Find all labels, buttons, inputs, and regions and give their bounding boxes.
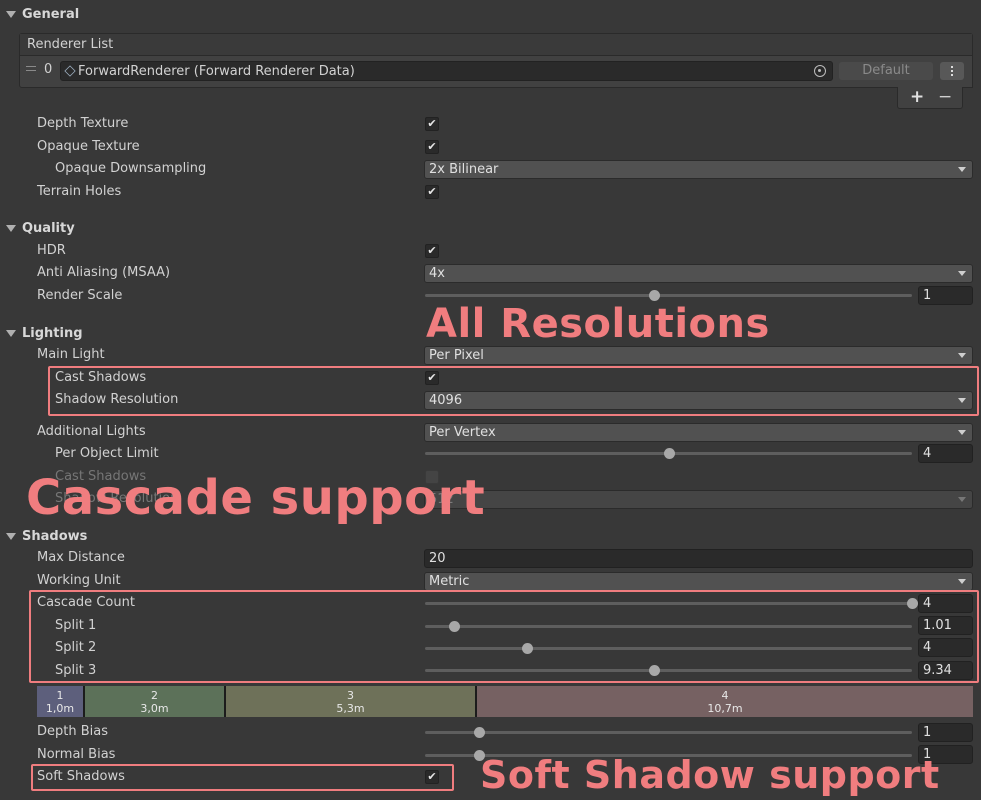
- section-shadows[interactable]: Shadows: [6, 526, 87, 546]
- cascade-segment-3[interactable]: 3 5,3m: [226, 686, 477, 717]
- renderer-list-footer: + −: [897, 87, 963, 109]
- render-scale-slider[interactable]: [425, 290, 912, 301]
- chevron-down-icon: [958, 579, 966, 584]
- cascade-index: 4: [721, 689, 729, 702]
- section-title: Quality: [22, 220, 75, 236]
- renderer-name: ForwardRenderer (Forward Renderer Data): [78, 64, 355, 79]
- chevron-down-icon: [958, 167, 966, 172]
- cascade-distance: 5,3m: [336, 702, 365, 715]
- annotation-cascade-support: Cascade support: [26, 470, 486, 526]
- normal-bias-label: Normal Bias: [37, 747, 116, 762]
- section-quality[interactable]: Quality: [6, 218, 75, 238]
- section-lighting[interactable]: Lighting: [6, 323, 83, 343]
- foldout-arrow-icon[interactable]: [6, 224, 16, 232]
- section-title: Lighting: [22, 325, 83, 341]
- renderer-list: Renderer List 0 ForwardRenderer (Forward…: [19, 33, 973, 88]
- anti-aliasing-label: Anti Aliasing (MSAA): [37, 265, 171, 280]
- opaque-texture-label: Opaque Texture: [37, 139, 140, 154]
- main-light-dropdown[interactable]: Per Pixel: [424, 346, 973, 365]
- kebab-icon: [951, 66, 953, 76]
- cascade-index: 1: [56, 689, 64, 702]
- foldout-arrow-icon[interactable]: [6, 532, 16, 540]
- cascade-distance: 1,0m: [45, 702, 75, 715]
- render-scale-field[interactable]: 1: [918, 286, 973, 305]
- cascade-index: 2: [151, 689, 158, 702]
- cascade-index: 3: [347, 689, 354, 702]
- section-general[interactable]: General: [6, 4, 79, 24]
- annotation-soft-shadow-support: Soft Shadow support: [480, 753, 940, 797]
- cascade-distance: 3,0m: [140, 702, 169, 715]
- cascade-segment-4[interactable]: 4 10,7m: [477, 686, 973, 717]
- cascade-segment-2[interactable]: 2 3,0m: [85, 686, 226, 717]
- section-title: Shadows: [22, 528, 88, 544]
- hdr-label: HDR: [37, 243, 66, 258]
- chevron-down-icon: [958, 271, 966, 276]
- depth-bias-field[interactable]: 1: [918, 723, 973, 742]
- terrain-holes-label: Terrain Holes: [37, 184, 122, 199]
- renderer-object-field[interactable]: ForwardRenderer (Forward Renderer Data): [60, 61, 833, 81]
- hdr-checkbox[interactable]: ✔: [425, 244, 439, 258]
- target-icon[interactable]: [814, 65, 826, 77]
- renderer-list-header: Renderer List: [20, 34, 972, 56]
- renderer-list-title: Renderer List: [27, 37, 114, 52]
- per-object-limit-slider[interactable]: [425, 448, 912, 459]
- chevron-down-icon: [958, 497, 966, 502]
- default-button[interactable]: Default: [839, 62, 933, 80]
- opaque-downsampling-label: Opaque Downsampling: [55, 161, 207, 176]
- annotation-all-resolutions: All Resolutions: [426, 301, 770, 347]
- max-distance-label: Max Distance: [37, 550, 125, 565]
- additional-lights-label: Additional Lights: [37, 424, 146, 439]
- anti-aliasing-dropdown[interactable]: 4x: [424, 264, 973, 283]
- highlight-box-cascades: [29, 590, 979, 683]
- slider-thumb[interactable]: [663, 448, 675, 459]
- highlight-box-shadow-resolution: [48, 366, 979, 416]
- kebab-menu-button[interactable]: [940, 62, 964, 80]
- opaque-texture-checkbox[interactable]: ✔: [425, 140, 439, 154]
- working-unit-dropdown[interactable]: Metric: [424, 572, 973, 591]
- per-object-limit-label: Per Object Limit: [55, 446, 159, 461]
- depth-bias-label: Depth Bias: [37, 724, 108, 739]
- working-unit-label: Working Unit: [37, 573, 121, 588]
- main-light-label: Main Light: [37, 347, 105, 362]
- foldout-arrow-icon[interactable]: [6, 10, 16, 18]
- terrain-holes-checkbox[interactable]: ✔: [425, 185, 439, 199]
- remove-renderer-button[interactable]: −: [938, 87, 952, 108]
- depth-texture-label: Depth Texture: [37, 116, 129, 131]
- cube-icon: [64, 65, 76, 77]
- cascade-segment-1[interactable]: 1 1,0m: [37, 686, 85, 717]
- section-title: General: [22, 6, 80, 22]
- opaque-downsampling-dropdown[interactable]: 2x Bilinear: [424, 160, 973, 179]
- renderer-index: 0: [44, 62, 53, 77]
- depth-texture-checkbox[interactable]: ✔: [425, 117, 439, 131]
- add-renderer-button[interactable]: +: [910, 87, 924, 108]
- max-distance-field[interactable]: 20: [424, 549, 973, 568]
- foldout-arrow-icon[interactable]: [6, 329, 16, 337]
- slider-thumb[interactable]: [473, 727, 485, 738]
- cascade-distance: 10,7m: [707, 702, 743, 715]
- highlight-box-soft-shadows: [31, 764, 454, 791]
- depth-bias-slider[interactable]: [425, 727, 912, 738]
- additional-lights-dropdown[interactable]: Per Vertex: [424, 423, 973, 442]
- chevron-down-icon: [958, 353, 966, 358]
- render-scale-label: Render Scale: [37, 288, 123, 303]
- drag-handle-icon[interactable]: [26, 66, 36, 71]
- chevron-down-icon: [958, 430, 966, 435]
- additional-shadow-resolution-dropdown: 512: [424, 490, 973, 509]
- per-object-limit-field[interactable]: 4: [918, 444, 973, 463]
